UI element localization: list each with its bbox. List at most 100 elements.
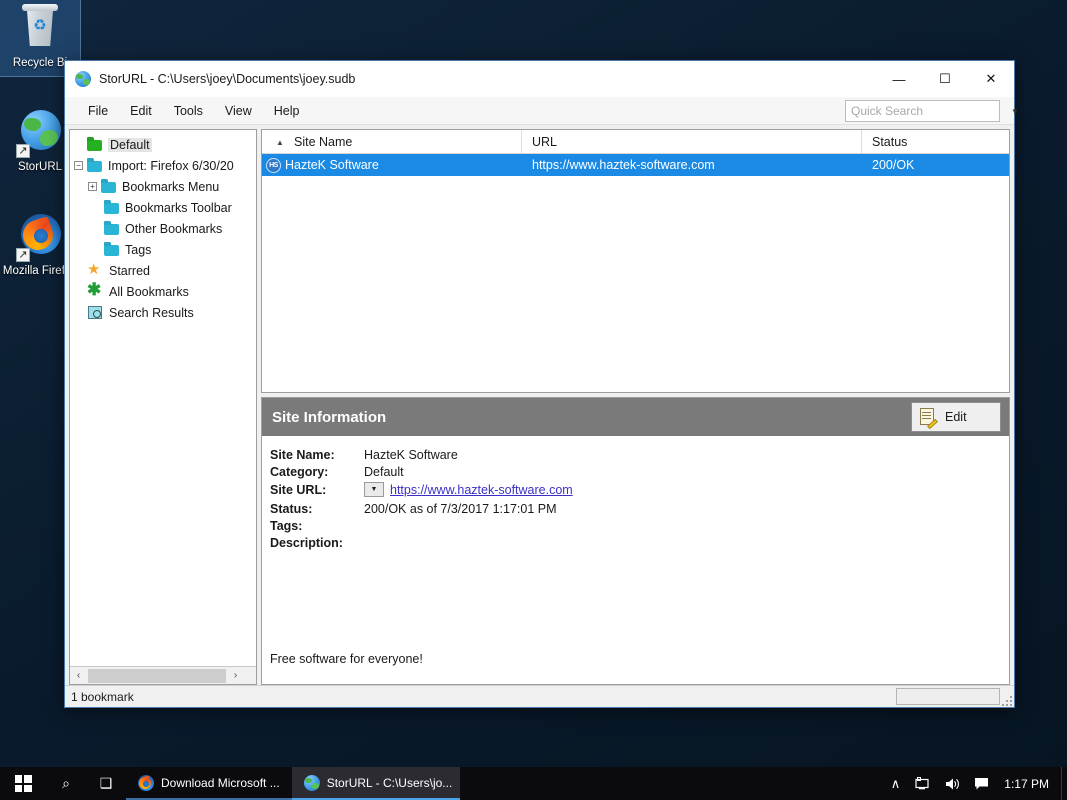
edit-button[interactable]: Edit	[911, 402, 1001, 432]
field-status: Status: 200/OK as of 7/3/2017 1:17:01 PM	[270, 502, 1009, 516]
tree-node-label: Bookmarks Menu	[122, 180, 219, 194]
volume-icon[interactable]	[937, 767, 967, 800]
action-center-icon[interactable]	[967, 767, 996, 800]
resize-grip[interactable]	[1001, 695, 1012, 706]
storurl-window: StorURL - C:\Users\joey\Documents\joey.s…	[64, 60, 1015, 708]
table-row[interactable]: HS HazteK Software https://www.haztek-so…	[262, 154, 1009, 176]
tree-node-bookmarks-toolbar[interactable]: Bookmarks Toolbar	[74, 197, 256, 218]
taskbar: ⌕ ❑ Download Microsoft ... StorURL - C:\…	[0, 767, 1067, 800]
task-view-icon[interactable]: ❑	[86, 767, 126, 800]
maximize-button[interactable]: ☐	[922, 64, 968, 94]
site-favicon-icon: HS	[266, 158, 281, 173]
cell-status: 200/OK	[862, 158, 1009, 172]
chevron-down-icon[interactable]: ▼	[1011, 107, 1019, 116]
scroll-right-icon[interactable]: ›	[227, 668, 244, 684]
window-body: Default − Import: Firefox 6/30/20 + Book…	[65, 125, 1014, 685]
chevron-up-icon[interactable]: ∧	[884, 767, 908, 800]
tree-node-label: Bookmarks Toolbar	[125, 201, 232, 215]
tree-node-import-firefox[interactable]: − Import: Firefox 6/30/20	[74, 155, 256, 176]
column-header-status[interactable]: Status	[862, 130, 1009, 153]
sort-ascending-icon: ▲	[276, 138, 284, 147]
tree-expander-collapse-icon[interactable]: −	[74, 161, 83, 170]
start-button[interactable]	[0, 767, 46, 800]
menu-tools[interactable]: Tools	[163, 100, 214, 122]
column-header-site-name[interactable]: ▲ Site Name	[262, 130, 522, 153]
status-bar: 1 bookmark	[65, 685, 1014, 707]
windows-logo-icon	[15, 775, 32, 792]
tree-node-default[interactable]: Default	[74, 134, 256, 155]
search-results-icon	[88, 306, 104, 320]
menu-edit[interactable]: Edit	[119, 100, 163, 122]
storurl-globe-icon	[304, 775, 320, 791]
site-url-link[interactable]: https://www.haztek-software.com	[390, 483, 573, 497]
title-bar[interactable]: StorURL - C:\Users\joey\Documents\joey.s…	[65, 61, 1014, 97]
taskbar-button-label: StorURL - C:\Users\jo...	[327, 776, 453, 790]
folder-cyan-icon	[101, 180, 117, 194]
scrollbar-thumb[interactable]	[88, 669, 226, 683]
edit-button-label: Edit	[945, 410, 967, 424]
quick-search-box[interactable]: ▼	[845, 100, 1000, 122]
tree-node-label: Tags	[125, 243, 151, 257]
tree-node-label: Search Results	[109, 306, 194, 320]
tree-node-label: Other Bookmarks	[125, 222, 222, 236]
field-category: Category: Default	[270, 465, 1009, 479]
tree-node-label: Default	[108, 138, 152, 152]
search-input[interactable]	[846, 104, 1011, 118]
column-header-label: Status	[872, 135, 907, 149]
menu-file[interactable]: File	[77, 100, 119, 122]
bookmark-list-panel: ▲ Site Name URL Status HS HazteK Softwa	[261, 129, 1010, 393]
folder-tree-panel: Default − Import: Firefox 6/30/20 + Book…	[69, 129, 257, 685]
tree-node-other-bookmarks[interactable]: Other Bookmarks	[74, 218, 256, 239]
asterisk-icon: ✱	[88, 285, 104, 299]
field-label: Category:	[270, 465, 364, 479]
taskbar-clock[interactable]: 1:17 PM	[996, 767, 1061, 800]
window-title: StorURL - C:\Users\joey\Documents\joey.s…	[99, 72, 876, 86]
firefox-icon	[138, 775, 154, 791]
cell-site-name: HS HazteK Software	[262, 158, 522, 173]
status-text: 1 bookmark	[69, 690, 896, 704]
field-value: 200/OK as of 7/3/2017 1:17:01 PM	[364, 502, 557, 516]
field-value: Default	[364, 465, 404, 479]
tree-node-label: Starred	[109, 264, 150, 278]
tree-node-tags[interactable]: Tags	[74, 239, 256, 260]
field-label: Description:	[270, 536, 364, 550]
show-desktop-button[interactable]	[1061, 767, 1067, 800]
menu-view[interactable]: View	[214, 100, 263, 122]
taskbar-button-storurl[interactable]: StorURL - C:\Users\jo...	[292, 767, 460, 800]
tree-node-search-results[interactable]: Search Results	[74, 302, 256, 323]
menu-bar: File Edit Tools View Help ▼	[65, 97, 1014, 125]
tree-expander	[74, 140, 83, 149]
right-pane: ▲ Site Name URL Status HS HazteK Softwa	[261, 129, 1010, 685]
field-label: Status:	[270, 502, 364, 516]
column-header-label: Site Name	[272, 135, 352, 149]
taskbar-button-label: Download Microsoft ...	[161, 776, 280, 790]
scroll-left-icon[interactable]: ‹	[70, 668, 87, 684]
close-button[interactable]: ✕	[968, 64, 1014, 94]
column-header-url[interactable]: URL	[522, 130, 862, 153]
cell-url: https://www.haztek-software.com	[522, 158, 862, 172]
site-name-text: HazteK Software	[285, 158, 379, 172]
minimize-button[interactable]: —	[876, 64, 922, 94]
tree-node-all-bookmarks[interactable]: ✱ All Bookmarks	[74, 281, 256, 302]
folder-green-icon	[87, 138, 103, 152]
taskbar-button-firefox[interactable]: Download Microsoft ...	[126, 767, 292, 800]
storurl-globe-icon	[75, 71, 91, 87]
field-description: Description:	[270, 536, 1009, 550]
url-dropdown-button[interactable]: ▼	[364, 482, 384, 497]
tree-node-label: Import: Firefox 6/30/20	[108, 159, 234, 173]
network-icon[interactable]	[907, 767, 937, 800]
volume-icon-svg	[944, 777, 960, 791]
tree-node-bookmarks-menu[interactable]: + Bookmarks Menu	[74, 176, 256, 197]
field-label: Tags:	[270, 519, 364, 533]
tree-expander-expand-icon[interactable]: +	[88, 182, 97, 191]
action-center-icon-svg	[974, 777, 989, 791]
tree-node-label: All Bookmarks	[109, 285, 189, 299]
network-icon-svg	[914, 777, 930, 791]
taskbar-search-icon[interactable]: ⌕	[46, 767, 86, 800]
menu-help[interactable]: Help	[263, 100, 311, 122]
tree-node-starred[interactable]: ★ Starred	[74, 260, 256, 281]
field-label: Site URL:	[270, 483, 364, 497]
field-value: HazteK Software	[364, 448, 458, 462]
progress-bar	[896, 688, 1000, 705]
tree-horizontal-scrollbar[interactable]: ‹ ›	[70, 666, 256, 684]
